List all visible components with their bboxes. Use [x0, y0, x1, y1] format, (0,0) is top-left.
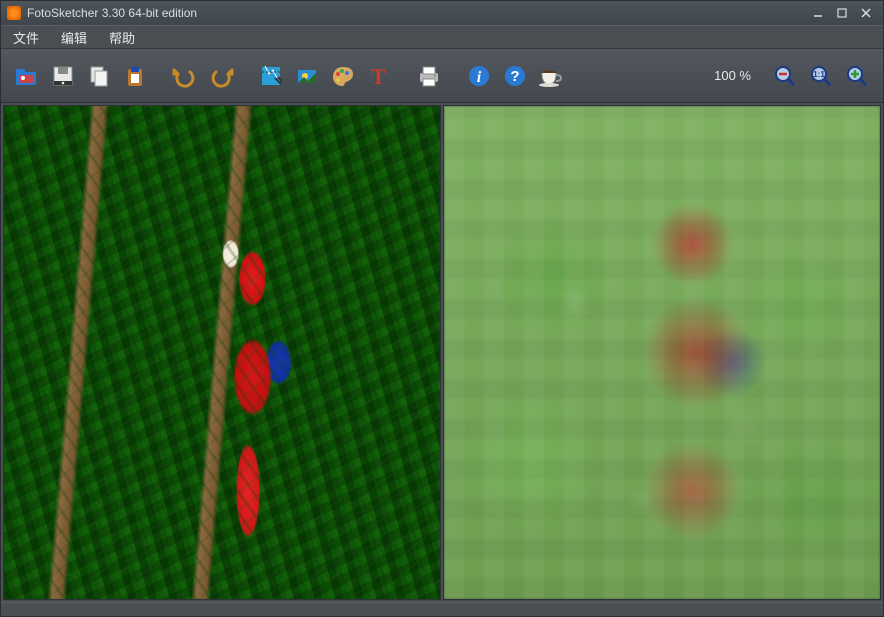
print-button[interactable]: [413, 60, 445, 92]
toolbar: T i ? 100 % 1:1: [1, 49, 883, 103]
zoom-in-icon: [844, 63, 870, 89]
menu-edit[interactable]: 编辑: [57, 26, 91, 49]
redo-icon: [208, 64, 234, 88]
zoom-label: 100 %: [714, 68, 751, 83]
zoom-fit-icon: 1:1: [808, 63, 834, 89]
open-icon: [14, 64, 40, 88]
redo-button[interactable]: [205, 60, 237, 92]
adjust-button[interactable]: [291, 60, 323, 92]
zoom-out-button[interactable]: [769, 60, 801, 92]
close-button[interactable]: [855, 5, 877, 21]
print-icon: [416, 64, 442, 88]
copy-button[interactable]: [83, 60, 115, 92]
text-icon: T: [368, 64, 390, 88]
save-icon: [51, 64, 75, 88]
app-window: FotoSketcher 3.30 64-bit edition 文件 编辑 帮…: [0, 0, 884, 617]
coffee-icon: [538, 64, 564, 88]
titlebar: FotoSketcher 3.30 64-bit edition: [1, 1, 883, 25]
source-image-pane[interactable]: [3, 105, 441, 600]
result-image-pane[interactable]: [443, 105, 881, 600]
statusbar: [1, 602, 883, 616]
crop-icon: [259, 64, 283, 88]
open-button[interactable]: [11, 60, 43, 92]
content-area: [1, 103, 883, 602]
menu-file[interactable]: 文件: [9, 26, 43, 49]
paste-icon: [123, 64, 147, 88]
zoom-in-button[interactable]: [841, 60, 873, 92]
svg-text:1:1: 1:1: [813, 70, 825, 79]
svg-text:T: T: [371, 64, 386, 88]
info-icon: i: [467, 64, 491, 88]
minimize-button[interactable]: [807, 5, 829, 21]
text-button[interactable]: T: [363, 60, 395, 92]
adjust-icon: [295, 64, 319, 88]
palette-button[interactable]: [327, 60, 359, 92]
source-image: [4, 106, 440, 599]
menubar: 文件 编辑 帮助: [1, 25, 883, 49]
palette-icon: [330, 64, 356, 88]
copy-icon: [87, 64, 111, 88]
window-title: FotoSketcher 3.30 64-bit edition: [27, 6, 197, 20]
undo-button[interactable]: [169, 60, 201, 92]
help-icon: ?: [503, 64, 527, 88]
menu-help[interactable]: 帮助: [105, 26, 139, 49]
info-button[interactable]: i: [463, 60, 495, 92]
donate-button[interactable]: [535, 60, 567, 92]
app-icon: [7, 6, 21, 20]
svg-text:?: ?: [510, 68, 519, 85]
undo-icon: [172, 64, 198, 88]
zoom-fit-button[interactable]: 1:1: [805, 60, 837, 92]
help-button[interactable]: ?: [499, 60, 531, 92]
maximize-button[interactable]: [831, 5, 853, 21]
crop-button[interactable]: [255, 60, 287, 92]
paste-button[interactable]: [119, 60, 151, 92]
save-button[interactable]: [47, 60, 79, 92]
zoom-out-icon: [772, 63, 798, 89]
result-image: [444, 106, 880, 599]
svg-text:i: i: [477, 69, 482, 86]
